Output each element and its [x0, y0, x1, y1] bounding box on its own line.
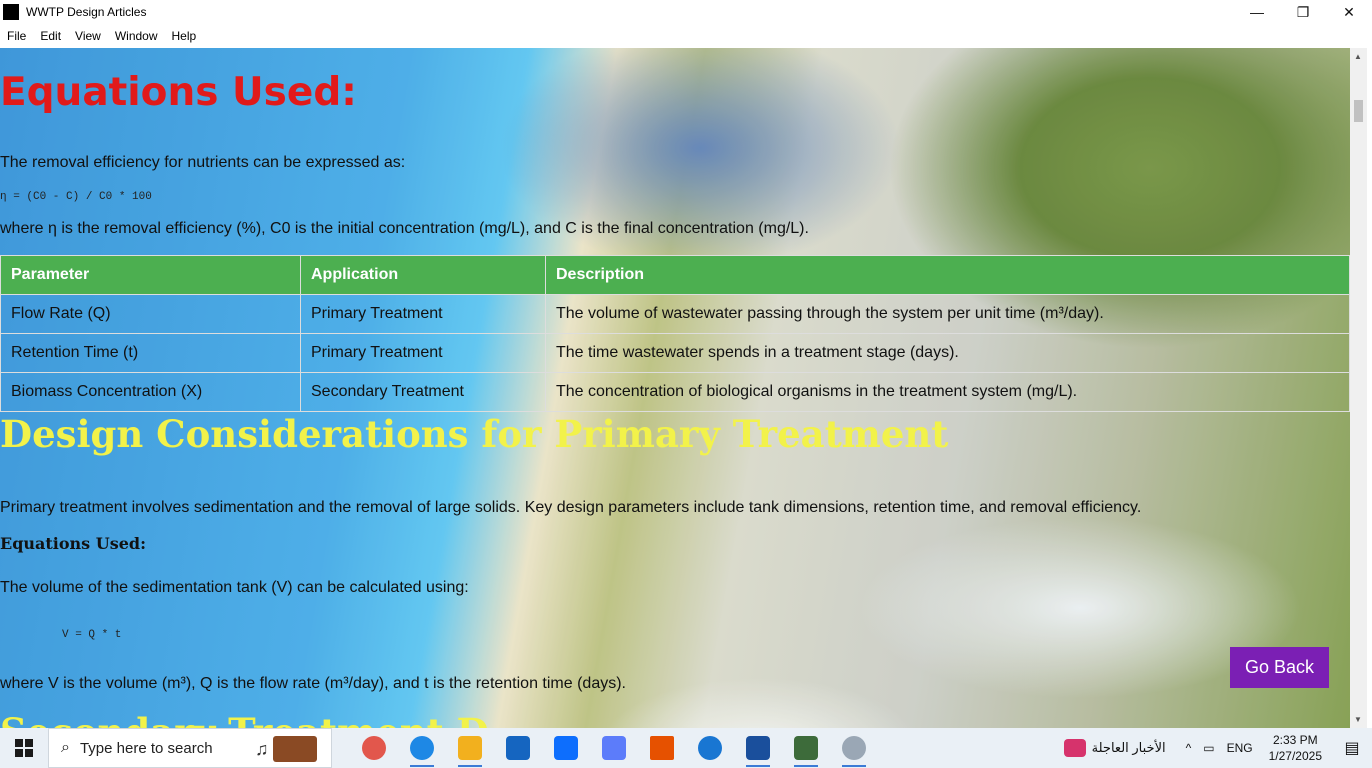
article-viewport[interactable]: Equations Used: The removal efficiency f… [0, 48, 1350, 728]
music-notes-icon: ♫ [255, 738, 269, 759]
clock-time: 2:33 PM [1272, 733, 1318, 747]
volume-equation: V = Q * t [62, 629, 122, 641]
maximize-button[interactable]: ❐ [1280, 0, 1326, 24]
news-widget[interactable]: الأخبار العاجلة [1063, 739, 1166, 757]
table-row: Flow Rate (Q) Primary Treatment The volu… [0, 294, 1350, 334]
volume-intro: The volume of the sedimentation tank (V)… [0, 579, 469, 596]
menu-help[interactable]: Help [165, 29, 204, 43]
menu-edit[interactable]: Edit [33, 29, 68, 43]
store-app-icon[interactable] [494, 728, 542, 768]
paint-app-icon[interactable] [830, 728, 878, 768]
table-header-description: Description [545, 255, 1350, 295]
file-explorer-app-icon[interactable] [446, 728, 494, 768]
app-icon [3, 4, 19, 20]
edge-app-icon[interactable] [398, 728, 446, 768]
go-back-button[interactable]: Go Back [1230, 647, 1329, 688]
volume-where: where V is the volume (m³), Q is the flo… [0, 675, 626, 692]
vertical-scrollbar[interactable]: ▲ ▼ [1350, 48, 1367, 728]
news-label: الأخبار العاجلة [1091, 740, 1166, 755]
start-button[interactable] [0, 728, 48, 768]
primary-intro: Primary treatment involves sedimentation… [0, 499, 1142, 516]
copilot-app-icon[interactable] [350, 728, 398, 768]
table-cell: The time wastewater spends in a treatmen… [545, 333, 1350, 373]
chevron-up-icon[interactable]: ^ [1186, 741, 1192, 755]
network-icon[interactable]: ▭ [1203, 741, 1214, 755]
menu-bar: File Edit View Window Help [0, 24, 1372, 47]
menu-view[interactable]: View [68, 29, 108, 43]
minimize-button[interactable]: — [1234, 0, 1280, 24]
taskbar: ⌕ Type here to search ♫ الأخبار العاجلة … [0, 728, 1372, 768]
table-cell: Biomass Concentration (X) [0, 372, 301, 412]
wwtp-app-icon[interactable] [782, 728, 830, 768]
network-app-icon[interactable] [590, 728, 638, 768]
primary-equations-heading: Equations Used: [0, 534, 146, 553]
equations-heading: Equations Used: [0, 70, 357, 115]
menu-window[interactable]: Window [108, 29, 165, 43]
window-title: WWTP Design Articles [26, 5, 147, 19]
title-bar: WWTP Design Articles — ❐ ✕ [0, 0, 1372, 24]
table-header-parameter: Parameter [0, 255, 301, 295]
notification-icon[interactable]: ▤ [1332, 738, 1372, 758]
search-placeholder: Type here to search [79, 739, 213, 757]
table-header-application: Application [300, 255, 546, 295]
scroll-thumb[interactable] [1354, 100, 1363, 122]
table-cell: Primary Treatment [300, 294, 546, 334]
table-cell: The concentration of biological organism… [545, 372, 1350, 412]
parameters-table: Parameter Application Description Flow R… [0, 255, 1350, 412]
table-row: Retention Time (t) Primary Treatment The… [0, 333, 1350, 373]
outlook-app-icon[interactable] [542, 728, 590, 768]
table-row: Biomass Concentration (X) Secondary Trea… [0, 372, 1350, 412]
window-controls: — ❐ ✕ [1234, 0, 1372, 24]
piano-icon [272, 736, 317, 762]
windows-logo-icon [15, 739, 33, 757]
nutrient-intro: The removal efficiency for nutrients can… [0, 154, 406, 171]
nutrient-equation: η = (C0 - C) / C0 * 100 [0, 191, 152, 203]
matlab-app-icon[interactable] [638, 728, 686, 768]
taskbar-search-box[interactable]: ⌕ Type here to search ♫ [48, 728, 332, 768]
primary-treatment-heading: Design Considerations for Primary Treatm… [0, 412, 949, 456]
table-cell: Retention Time (t) [0, 333, 301, 373]
search-icon: ⌕ [61, 739, 70, 756]
autocad-app-icon[interactable] [686, 728, 734, 768]
news-icon [1063, 739, 1086, 757]
system-tray: الأخبار العاجلة ^ ▭ ENG 2:33 PM 1/27/202… [1063, 728, 1372, 768]
search-highlight-image: ♫ [255, 735, 325, 763]
table-cell: Secondary Treatment [300, 372, 546, 412]
nutrient-where: where η is the removal efficiency (%), C… [0, 220, 809, 237]
table-cell: The volume of wastewater passing through… [545, 294, 1350, 334]
scroll-up-arrow-icon[interactable]: ▲ [1354, 52, 1362, 61]
close-button[interactable]: ✕ [1326, 0, 1372, 24]
secondary-treatment-heading: Secondary Treatment D [0, 710, 489, 728]
language-indicator[interactable]: ENG [1227, 741, 1253, 755]
clock[interactable]: 2:33 PM 1/27/2025 [1269, 732, 1322, 764]
menu-file[interactable]: File [0, 29, 33, 43]
powershell-app-icon[interactable] [734, 728, 782, 768]
table-cell: Primary Treatment [300, 333, 546, 373]
scroll-down-arrow-icon[interactable]: ▼ [1354, 715, 1362, 724]
pinned-apps [350, 728, 878, 768]
table-header-row: Parameter Application Description [0, 255, 1350, 295]
table-cell: Flow Rate (Q) [0, 294, 301, 334]
clock-date: 1/27/2025 [1268, 749, 1322, 763]
